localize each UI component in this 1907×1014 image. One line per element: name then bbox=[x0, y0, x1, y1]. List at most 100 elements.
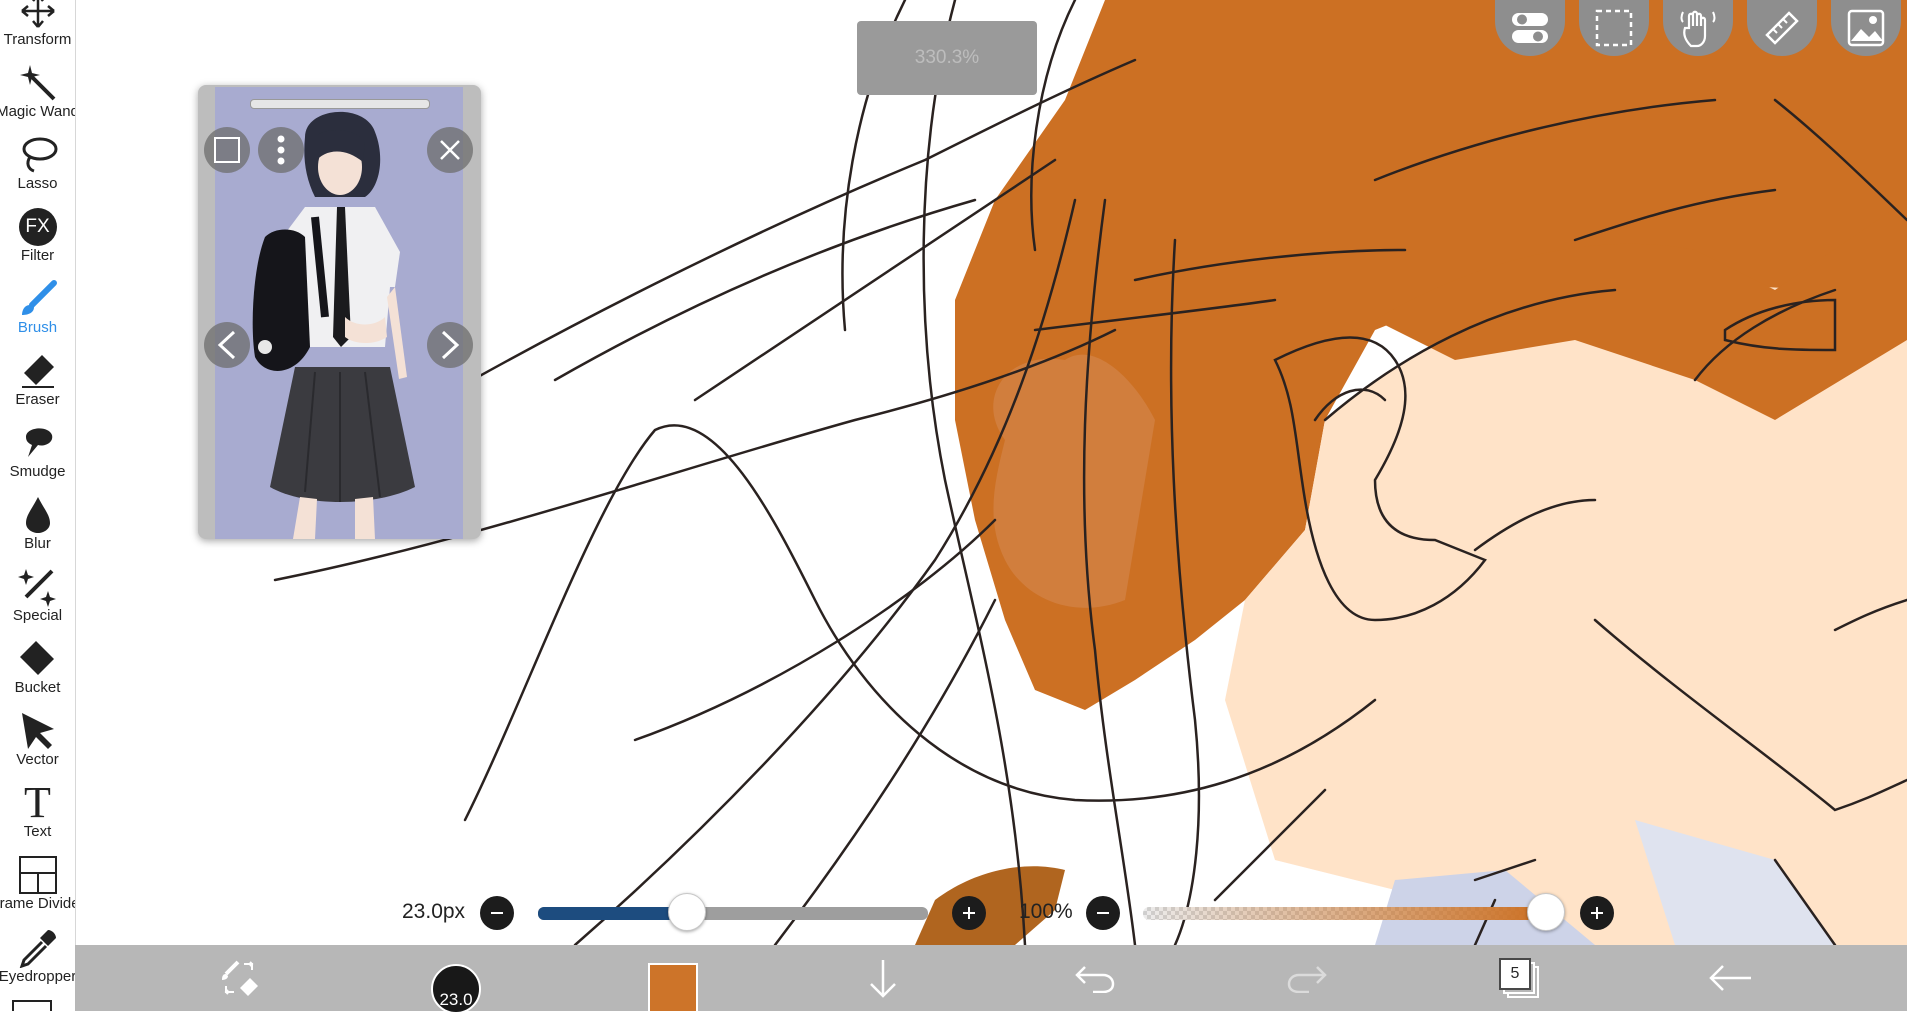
tool-bucket[interactable]: Bucket bbox=[0, 633, 75, 703]
square-frame-icon bbox=[214, 137, 240, 163]
image-gallery-icon bbox=[1847, 9, 1885, 47]
toggle-switch-icon bbox=[1512, 13, 1548, 43]
tool-label: Smudge bbox=[9, 463, 66, 480]
layer-count: 5 bbox=[1499, 958, 1531, 990]
reference-menu-button[interactable] bbox=[258, 127, 304, 173]
opacity-decrease-button[interactable] bbox=[1086, 896, 1120, 930]
tool-label: Brush bbox=[17, 319, 58, 336]
text-glyph: T bbox=[24, 778, 51, 827]
bottom-toolbar: 23.0 5 bbox=[75, 945, 1907, 1014]
opacity-slider-knob[interactable] bbox=[1527, 893, 1565, 931]
fx-icon: FX bbox=[0, 207, 75, 247]
tool-label: Vector bbox=[16, 751, 59, 768]
tool-blur[interactable]: Blur bbox=[0, 489, 75, 559]
current-color-swatch bbox=[648, 963, 698, 1013]
tool-label: Blur bbox=[24, 535, 51, 552]
layers-button[interactable]: 5 bbox=[1489, 945, 1549, 1011]
brush-icon bbox=[0, 279, 75, 319]
tool-label: Frame Divider bbox=[0, 895, 75, 912]
chevron-right-icon bbox=[441, 330, 460, 360]
vector-cursor-icon bbox=[0, 711, 75, 751]
blur-drop-icon bbox=[0, 495, 75, 535]
plus-icon bbox=[1591, 907, 1603, 919]
reference-next-button[interactable] bbox=[427, 322, 473, 368]
undo-button[interactable] bbox=[1065, 945, 1125, 1011]
brush-size-fill bbox=[538, 907, 687, 920]
text-t-icon: T bbox=[0, 778, 75, 827]
brush-size-preview: 23.0 bbox=[431, 964, 481, 1014]
color-picker-button[interactable] bbox=[643, 945, 703, 1013]
layers-stack-icon: 5 bbox=[1499, 958, 1539, 998]
tool-magic-wand[interactable]: Magic Wand bbox=[0, 57, 75, 127]
layer-down-button[interactable] bbox=[853, 945, 913, 1011]
ruler-icon bbox=[1765, 11, 1799, 45]
hand-gesture-icon bbox=[1680, 10, 1716, 48]
magic-wand-icon bbox=[0, 63, 75, 103]
selection-rect-icon bbox=[1595, 9, 1633, 47]
fx-glyph: FX bbox=[18, 208, 57, 246]
chevron-left-icon bbox=[217, 330, 236, 360]
smudge-icon bbox=[0, 423, 75, 463]
bucket-icon bbox=[0, 639, 75, 679]
tool-label: Magic Wand bbox=[0, 103, 76, 120]
tool-eyedropper[interactable]: Eyedropper bbox=[0, 922, 75, 992]
tool-lasso[interactable]: Lasso bbox=[0, 129, 75, 199]
frame-divider-icon bbox=[0, 855, 75, 895]
arrow-left-icon bbox=[1709, 965, 1751, 991]
minus-icon bbox=[491, 912, 503, 914]
tool-panel: Transform Magic Wand Lasso FX Filter Bru… bbox=[0, 0, 76, 1011]
eraser-icon bbox=[0, 351, 75, 391]
tool-text[interactable]: T Text bbox=[0, 777, 75, 847]
tool-filter[interactable]: FX Filter bbox=[0, 201, 75, 271]
quick-swap-button[interactable] bbox=[210, 945, 270, 1011]
reference-fit-button[interactable] bbox=[204, 127, 250, 173]
lasso-icon bbox=[0, 135, 75, 175]
reference-prev-button[interactable] bbox=[204, 322, 250, 368]
reference-window[interactable] bbox=[198, 85, 481, 539]
opacity-slider[interactable] bbox=[1143, 907, 1545, 920]
brush-size-increase-button[interactable] bbox=[952, 896, 986, 930]
zoom-indicator: 330.3% bbox=[857, 21, 1037, 95]
brush-size-slider-knob[interactable] bbox=[668, 893, 707, 931]
tool-label: Lasso bbox=[17, 175, 58, 192]
tool-label: Transform bbox=[3, 31, 72, 48]
move-arrows-icon bbox=[0, 0, 75, 31]
plus-icon bbox=[963, 907, 975, 919]
tool-label: Text bbox=[23, 823, 52, 840]
back-button[interactable] bbox=[1701, 945, 1761, 1011]
brush-size-label: 23.0px bbox=[402, 900, 466, 923]
opacity-label: 100% bbox=[1019, 900, 1073, 923]
tool-frame-divider[interactable]: Frame Divider bbox=[0, 849, 75, 919]
reference-illustration bbox=[215, 87, 463, 539]
tool-label: Eyedropper bbox=[0, 968, 76, 985]
eyedropper-icon bbox=[0, 928, 75, 968]
undo-icon bbox=[1075, 966, 1115, 993]
tool-label: Special bbox=[12, 607, 63, 624]
brush-size-slider[interactable] bbox=[538, 907, 928, 920]
minus-icon bbox=[1097, 912, 1109, 914]
reference-image bbox=[215, 87, 463, 539]
tool-label: Eraser bbox=[15, 391, 60, 408]
tool-eraser[interactable]: Eraser bbox=[0, 345, 75, 415]
brush-size-decrease-button[interactable] bbox=[480, 896, 514, 930]
opacity-fill bbox=[1143, 907, 1545, 920]
more-tools-icon bbox=[12, 1000, 52, 1011]
tool-vector[interactable]: Vector bbox=[0, 705, 75, 775]
sparkle-pen-icon bbox=[0, 567, 75, 607]
brush-preview-button[interactable]: 23.0 bbox=[426, 945, 486, 1014]
brush-eraser-swap-icon bbox=[222, 960, 258, 996]
tool-special[interactable]: Special bbox=[0, 561, 75, 631]
arrow-down-icon bbox=[870, 960, 896, 998]
reference-drag-handle[interactable] bbox=[250, 99, 430, 109]
close-icon bbox=[440, 140, 460, 160]
tool-brush[interactable]: Brush bbox=[0, 273, 75, 343]
tool-label: Filter bbox=[20, 247, 55, 264]
redo-icon bbox=[1287, 966, 1327, 993]
tool-smudge[interactable]: Smudge bbox=[0, 417, 75, 487]
more-vertical-icon bbox=[277, 135, 285, 165]
tool-label: Bucket bbox=[14, 679, 61, 696]
redo-button[interactable] bbox=[1277, 945, 1337, 1011]
reference-close-button[interactable] bbox=[427, 127, 473, 173]
opacity-increase-button[interactable] bbox=[1580, 896, 1614, 930]
tool-transform[interactable]: Transform bbox=[0, 0, 75, 55]
